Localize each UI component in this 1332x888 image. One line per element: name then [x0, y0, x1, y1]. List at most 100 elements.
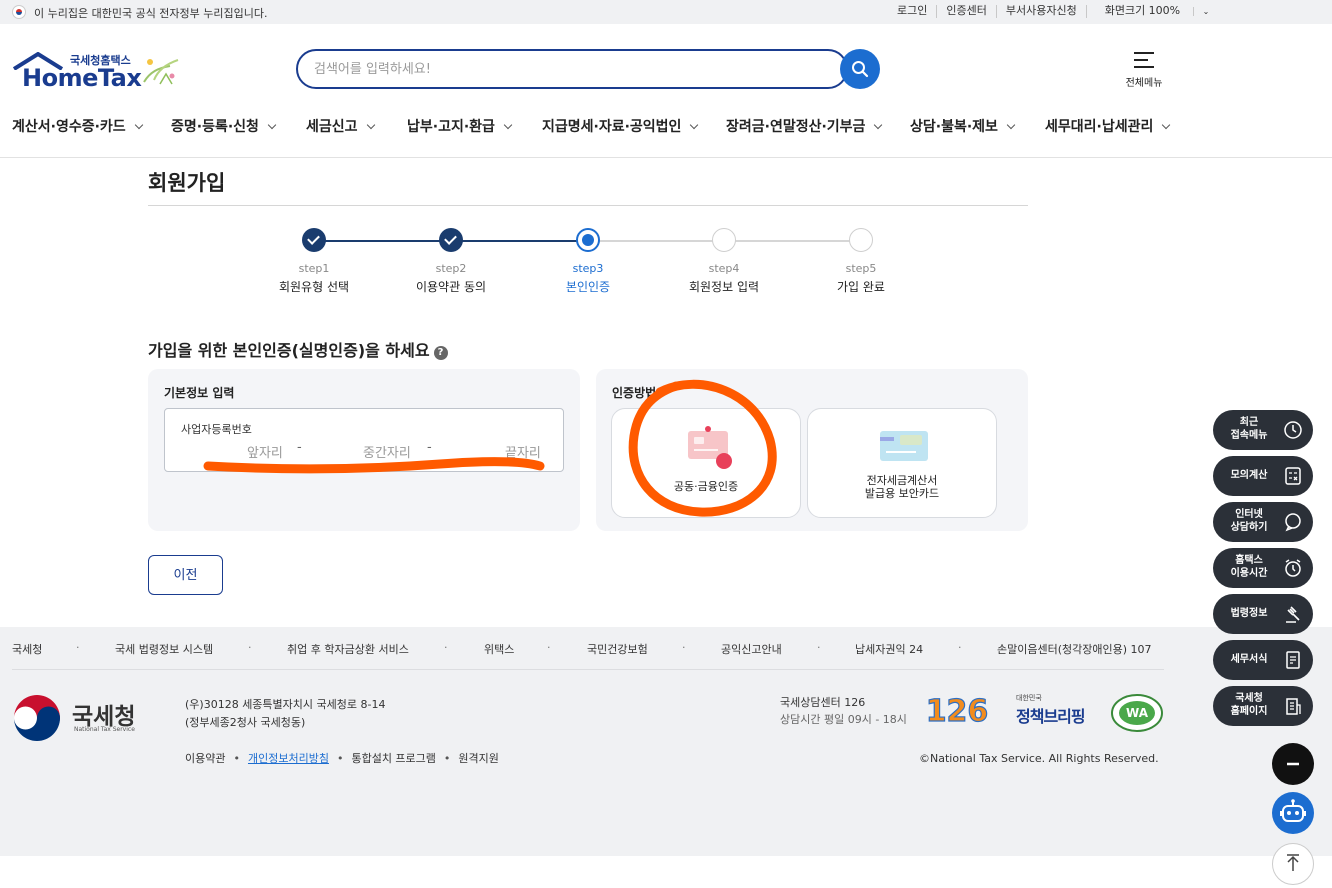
footer-link-wetax[interactable]: 위택스: [484, 641, 514, 657]
collapse-quick-menu-button[interactable]: [1272, 743, 1314, 785]
step-number: step4: [708, 262, 740, 275]
web-accessibility-mark-icon[interactable]: WA: [1110, 693, 1164, 733]
all-menu-button[interactable]: 전체메뉴: [1120, 50, 1168, 90]
help-icon[interactable]: ?: [433, 346, 448, 360]
nav-label: 지급명세·자료·공익법인: [542, 119, 682, 135]
footer-link-nhis[interactable]: 국민건강보험: [587, 641, 648, 657]
security-card-label-2: 발급용 보안카드: [864, 487, 940, 500]
joint-financial-cert-button[interactable]: 공동·금융인증: [611, 408, 801, 518]
nav-tax-agent[interactable]: 세무대리·납세관리: [1045, 116, 1171, 136]
search-button[interactable]: [840, 49, 880, 89]
separator-dot: ·: [547, 641, 551, 654]
logo-text: HomeTax: [22, 64, 142, 92]
nts-logo: 국세청 National Tax Service: [12, 693, 152, 743]
nav-statements[interactable]: 지급명세·자료·공익법인: [542, 116, 699, 136]
step-label: 이용약관 동의: [415, 280, 487, 294]
step-2: step2 이용약관 동의: [386, 228, 516, 295]
scroll-top-button[interactable]: [1272, 843, 1314, 885]
form-icon: [1286, 651, 1300, 669]
quick-label: 법령정보: [1230, 608, 1268, 619]
footer-link-student-loan[interactable]: 취업 후 학자금상환 서비스: [287, 641, 409, 657]
step-4: step4 회원정보 입력: [659, 228, 789, 295]
quick-label: 세무서식: [1230, 654, 1268, 665]
footer-link-whistleblower[interactable]: 공익신고안내: [721, 641, 782, 657]
hometax-logo[interactable]: 국세청홈택스 HomeTax: [12, 48, 187, 92]
separator-dot: •: [233, 752, 240, 765]
business-number-first-input[interactable]: 앞자리: [247, 442, 283, 461]
check-icon: [302, 228, 326, 252]
step-5: step5 가입 완료: [796, 228, 926, 295]
footer-link-taxpayer-rights[interactable]: 납세자권익 24: [855, 641, 923, 657]
dept-user-link[interactable]: 부서사용자신청: [995, 5, 1086, 18]
security-card-label-1: 전자세금계산서: [866, 474, 938, 487]
quick-service-hours[interactable]: 홈택스 이용시간: [1213, 548, 1313, 588]
footer: 국세청 · 국세 법령정보 시스템 · 취업 후 학자금상환 서비스 · 위택스…: [0, 627, 1332, 856]
nav-incentive[interactable]: 장려금·연말정산·기부금: [726, 116, 883, 136]
title-divider: [148, 205, 1028, 206]
step-1: step1 회원유형 선택: [249, 228, 379, 295]
quick-tax-forms[interactable]: 세무서식: [1213, 640, 1313, 680]
quick-recent-menu[interactable]: 최근 접속메뉴: [1213, 410, 1313, 450]
prev-button[interactable]: 이전: [148, 555, 223, 595]
section-title: 가입을 위한 본인인증(실명인증)을 하세요?: [148, 337, 448, 361]
nav-label: 납부·고지·환급: [407, 119, 495, 135]
install-program-link[interactable]: 통합설치 프로그램: [351, 752, 435, 765]
quick-online-consult[interactable]: 인터넷 상담하기: [1213, 502, 1313, 542]
step-label: 가입 완료: [837, 280, 885, 294]
remote-support-link[interactable]: 원격지원: [458, 752, 498, 765]
footer-link-law[interactable]: 국세 법령정보 시스템: [115, 641, 213, 657]
korea-flag-icon: [12, 5, 26, 19]
nav-invoice[interactable]: 계산서·영수증·카드: [12, 116, 143, 136]
quick-calculator[interactable]: 모의계산: [1213, 456, 1313, 496]
chevron-down-icon: [1162, 120, 1171, 130]
copyright: ©National Tax Service. All Rights Reserv…: [919, 752, 1159, 765]
quick-law-info[interactable]: 법령정보: [1213, 594, 1313, 634]
auth-method-panel: 인증방법 공동·금융인증 전자세금계산서 발급용 보안카드: [596, 369, 1028, 531]
zoom-control[interactable]: 화면크기 100% ⌄: [1085, 5, 1228, 18]
business-number-label: 사업자등록번호: [181, 423, 252, 436]
separator-dot: •: [336, 752, 344, 765]
chevron-down-icon: [690, 120, 699, 130]
quick-label: 모의계산: [1230, 470, 1268, 481]
dash-separator: -: [427, 440, 432, 455]
consult-hours: 상담시간 평일 09시 - 18시: [780, 713, 907, 726]
chatbot-button[interactable]: [1272, 792, 1314, 834]
footer-link-relay-center[interactable]: 손말이음센터(청각장애인용) 107: [997, 641, 1152, 657]
policy-small-text: 대한민국: [1016, 694, 1042, 702]
step-number: step5: [845, 262, 877, 275]
main-navigation: 계산서·영수증·카드 증명·등록·신청 세금신고 납부·고지·환급 지급명세·자…: [0, 112, 1332, 158]
basic-info-title: 기본정보 입력: [164, 386, 235, 400]
nav-tax-report[interactable]: 세금신고: [306, 116, 375, 136]
separator-dot: ·: [444, 641, 448, 654]
quick-nts-homepage[interactable]: 국세청 홈페이지: [1213, 686, 1313, 726]
business-number-middle-input[interactable]: 중간자리: [363, 442, 411, 461]
chevron-down-icon: [503, 120, 513, 130]
gov-banner: 이 누리집은 대한민국 공식 전자정부 누리집입니다. 로그인 인증센터 부서사…: [0, 0, 1332, 24]
login-link[interactable]: 로그인: [888, 5, 936, 18]
separator-dot: ·: [248, 641, 252, 654]
search-input[interactable]: [296, 49, 848, 89]
security-card-button[interactable]: 전자세금계산서 발급용 보안카드: [807, 408, 997, 518]
address-line-2: (정부세종2청사 국세청동): [185, 716, 306, 729]
privacy-policy-link[interactable]: 개인정보처리방침: [248, 752, 329, 765]
clock-icon: [1284, 421, 1302, 439]
step-label: 회원정보 입력: [688, 280, 760, 294]
certificate-card-icon: [688, 426, 732, 469]
quick-label: 접속메뉴: [1230, 430, 1268, 441]
check-icon: [439, 228, 463, 252]
call-126-logo[interactable]: 126: [924, 693, 990, 725]
auth-method-title: 인증방법: [612, 386, 657, 400]
cert-center-link[interactable]: 인증센터: [936, 5, 995, 18]
nav-payment[interactable]: 납부·고지·환급: [407, 116, 513, 136]
nav-label: 계산서·영수증·카드: [12, 119, 126, 135]
footer-link-nts[interactable]: 국세청: [12, 641, 42, 657]
basic-info-panel: 기본정보 입력 사업자등록번호 앞자리 - 중간자리 - 끝자리: [148, 369, 580, 531]
business-number-last-input[interactable]: 끝자리: [505, 442, 541, 461]
nav-certificate[interactable]: 증명·등록·신청: [171, 116, 277, 136]
terms-link[interactable]: 이용약관: [185, 752, 225, 765]
nav-consult[interactable]: 상담·불복·제보: [910, 116, 1016, 136]
policy-briefing-logo[interactable]: 대한민국 정책브리핑: [1016, 693, 1090, 729]
footer-divider: [12, 669, 1164, 670]
joint-financial-cert-label: 공동·금융인증: [673, 480, 739, 493]
separator-dot: ·: [817, 641, 821, 654]
